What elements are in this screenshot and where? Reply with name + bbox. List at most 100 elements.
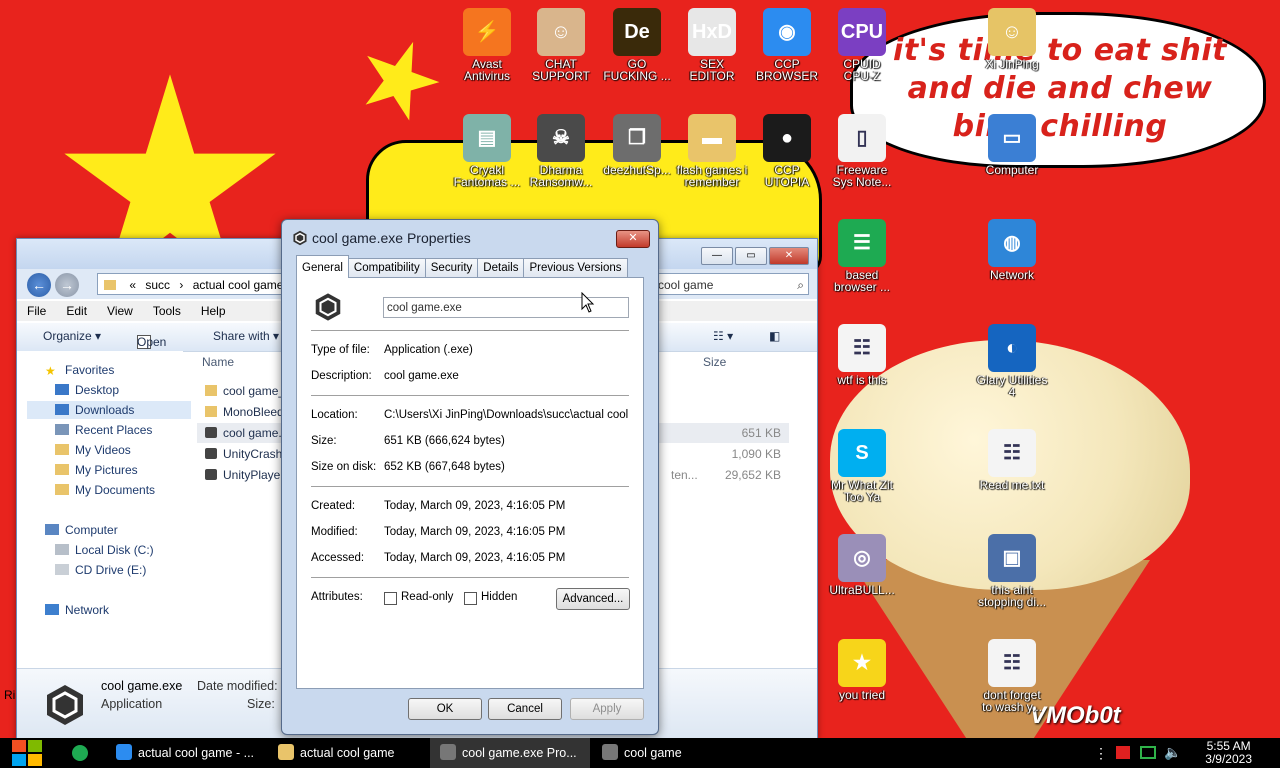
nav-local-disk[interactable]: Local Disk (C:) bbox=[55, 541, 154, 559]
properties-dialog[interactable]: cool game.exe Properties ✕ General Compa… bbox=[281, 219, 659, 735]
desktop-icon-item[interactable]: ☠ Dharma Ransomw... bbox=[521, 114, 601, 188]
taskbar-item[interactable]: actual cool game bbox=[268, 738, 428, 768]
start-button-icon[interactable] bbox=[10, 738, 44, 768]
desktop-icon-item[interactable]: ▭ Computer bbox=[972, 114, 1052, 176]
cd-drive-icon bbox=[55, 564, 69, 575]
tab-security[interactable]: Security bbox=[424, 258, 479, 278]
desktop-icon-item[interactable]: ▬ flash games i remember bbox=[672, 114, 752, 188]
file-name: MonoBleed bbox=[223, 405, 284, 419]
back-arrow-icon[interactable]: ← bbox=[27, 273, 51, 297]
nav-my-videos[interactable]: My Videos bbox=[55, 441, 131, 459]
desktop-icon-item[interactable]: S Mr What Zit Too Ya bbox=[822, 429, 902, 503]
unity-icon bbox=[315, 293, 341, 321]
text-file-icon: ☷ bbox=[988, 429, 1036, 477]
desktop-icon-item[interactable]: ◉ CCP BROWSER bbox=[747, 8, 827, 82]
desktop-icon-item[interactable]: ▣ this aint stopping di... bbox=[972, 534, 1052, 608]
desktop-icon-item[interactable]: ◍ Network bbox=[972, 219, 1052, 281]
breadcrumb-separator[interactable]: › bbox=[179, 278, 183, 292]
close-button[interactable]: ✕ bbox=[769, 247, 809, 265]
breadcrumb-succ[interactable]: succ bbox=[145, 278, 170, 292]
location-value[interactable]: C:\Users\Xi JinPing\Downloads\succ\actua… bbox=[384, 409, 630, 421]
checkbox-box[interactable] bbox=[384, 592, 397, 605]
desktop-icon-item[interactable]: ☷ Read me.txt bbox=[972, 429, 1052, 491]
desktop-icon-item[interactable]: ☺ Xi JinPing bbox=[972, 8, 1052, 70]
advanced-button[interactable]: Advanced... bbox=[556, 588, 630, 610]
desktop-icon-label: deezhutSp... bbox=[603, 163, 671, 177]
nav-downloads[interactable]: Downloads bbox=[27, 401, 191, 419]
maximize-button[interactable]: ▭ bbox=[735, 247, 767, 265]
taskbar-item[interactable]: cool game.exe Pro... bbox=[430, 738, 590, 768]
column-size[interactable]: Size bbox=[703, 355, 726, 369]
nav-favorites[interactable]: ★ Favorites bbox=[45, 361, 114, 379]
tray-overflow-icon[interactable]: ⋮ bbox=[1094, 745, 1108, 762]
checkbox-box[interactable] bbox=[464, 592, 477, 605]
taskbar-item[interactable]: actual cool game - ... bbox=[106, 738, 266, 768]
tab-compatibility[interactable]: Compatibility bbox=[347, 258, 426, 278]
cpuz-icon: CPU bbox=[838, 8, 886, 56]
preview-pane-icon[interactable]: ◧ bbox=[769, 329, 780, 343]
nav-desktop[interactable]: Desktop bbox=[55, 381, 119, 399]
nav-network[interactable]: Network bbox=[45, 601, 109, 619]
nav-recent-places[interactable]: Recent Places bbox=[55, 421, 152, 439]
file-name: cool game_ bbox=[223, 384, 286, 398]
nav-cd-drive[interactable]: CD Drive (E:) bbox=[55, 561, 146, 579]
tray-network-icon[interactable] bbox=[1140, 746, 1156, 759]
search-input[interactable]: cool game ⌕ bbox=[653, 273, 809, 295]
desktop-icon-item[interactable]: CPU CPUID CPU-Z bbox=[822, 8, 902, 82]
share-with-button[interactable]: Share with ▾ bbox=[213, 329, 279, 343]
taskbar-item[interactable]: cool game bbox=[592, 738, 752, 768]
ok-button[interactable]: OK bbox=[408, 698, 482, 720]
search-icon[interactable]: ⌕ bbox=[797, 274, 804, 296]
desktop-icon-item[interactable]: HxD SEX EDITOR bbox=[672, 8, 752, 82]
disk-icon bbox=[55, 544, 69, 555]
desktop-icon-item[interactable]: ⚡ Avast Antivirus bbox=[447, 8, 527, 82]
menu-edit[interactable]: Edit bbox=[56, 301, 97, 321]
tab-general[interactable]: General bbox=[296, 255, 349, 278]
desktop-icon-item[interactable]: ▯ Freeware Sys Note... bbox=[822, 114, 902, 188]
menu-tools[interactable]: Tools bbox=[143, 301, 191, 321]
record-icon: ● bbox=[763, 114, 811, 162]
network-icon: ◍ bbox=[988, 219, 1036, 267]
desktop-icon-item[interactable]: ★ you tried bbox=[822, 639, 902, 701]
breadcrumb-overflow[interactable]: « bbox=[129, 278, 136, 292]
description-value: cool game.exe bbox=[384, 370, 459, 382]
unity-icon bbox=[293, 230, 307, 246]
desktop-icon-item[interactable]: ◎ UltraBULL... bbox=[822, 534, 902, 596]
close-button[interactable]: ✕ bbox=[616, 230, 650, 248]
desktop-icon-label: you tried bbox=[838, 688, 886, 702]
forward-arrow-icon[interactable]: → bbox=[55, 273, 79, 297]
menu-help[interactable]: Help bbox=[191, 301, 236, 321]
menu-view[interactable]: View bbox=[97, 301, 143, 321]
view-options-icon[interactable]: ☷ ▾ bbox=[713, 329, 733, 343]
nav-my-documents[interactable]: My Documents bbox=[55, 481, 155, 499]
organize-button[interactable]: Organize ▾ bbox=[43, 329, 101, 343]
tab-details[interactable]: Details bbox=[477, 258, 525, 278]
tab-previous-versions[interactable]: Previous Versions bbox=[523, 258, 628, 278]
desktop-icon-item[interactable]: ● CCP UTOPIA bbox=[747, 114, 827, 188]
apply-button[interactable]: Apply bbox=[570, 698, 644, 720]
nav-computer[interactable]: Computer bbox=[45, 521, 118, 539]
desktop-icon-label: SEX EDITOR bbox=[689, 57, 735, 83]
cancel-button[interactable]: Cancel bbox=[488, 698, 562, 720]
desktop-icon-item[interactable]: ☷ wtf is this bbox=[822, 324, 902, 386]
desktop-icon-item[interactable]: ☰ based browser ... bbox=[822, 219, 902, 293]
minimize-button[interactable]: — bbox=[701, 247, 733, 265]
nav-my-pictures[interactable]: My Pictures bbox=[55, 461, 138, 479]
tray-flag-icon[interactable] bbox=[1116, 746, 1130, 759]
hidden-checkbox[interactable]: Hidden bbox=[464, 588, 534, 608]
desktop-icon-item[interactable]: ❐ deezhutSp... bbox=[597, 114, 677, 176]
desktop-icon-item[interactable]: De GO FUCKING ... bbox=[597, 8, 677, 82]
readonly-checkbox[interactable]: Read-only bbox=[384, 588, 464, 608]
breadcrumb-actual-cool-game[interactable]: actual cool game bbox=[193, 278, 284, 292]
column-name[interactable]: Name bbox=[202, 355, 234, 369]
pinned-sheets-icon[interactable] bbox=[72, 745, 88, 761]
desktop-icon-item[interactable]: ▤ Cryakl Fantomas ... bbox=[447, 114, 527, 188]
menu-file[interactable]: File bbox=[17, 301, 56, 321]
desktop-icon-item[interactable]: ☺ CHAT SUPPORT bbox=[521, 8, 601, 82]
desktop-icon-item[interactable]: ◐ Glary Utilities 4 bbox=[972, 324, 1052, 398]
desktop-icon-item[interactable]: ☷ dont forget to wash y... bbox=[972, 639, 1052, 713]
taskbar-clock[interactable]: 5:55 AM 3/9/2023 bbox=[1205, 740, 1252, 766]
glary-icon: ◐ bbox=[988, 324, 1036, 372]
sheets-icon: ☰ bbox=[838, 219, 886, 267]
tray-volume-icon[interactable]: 🔈 bbox=[1164, 744, 1181, 761]
